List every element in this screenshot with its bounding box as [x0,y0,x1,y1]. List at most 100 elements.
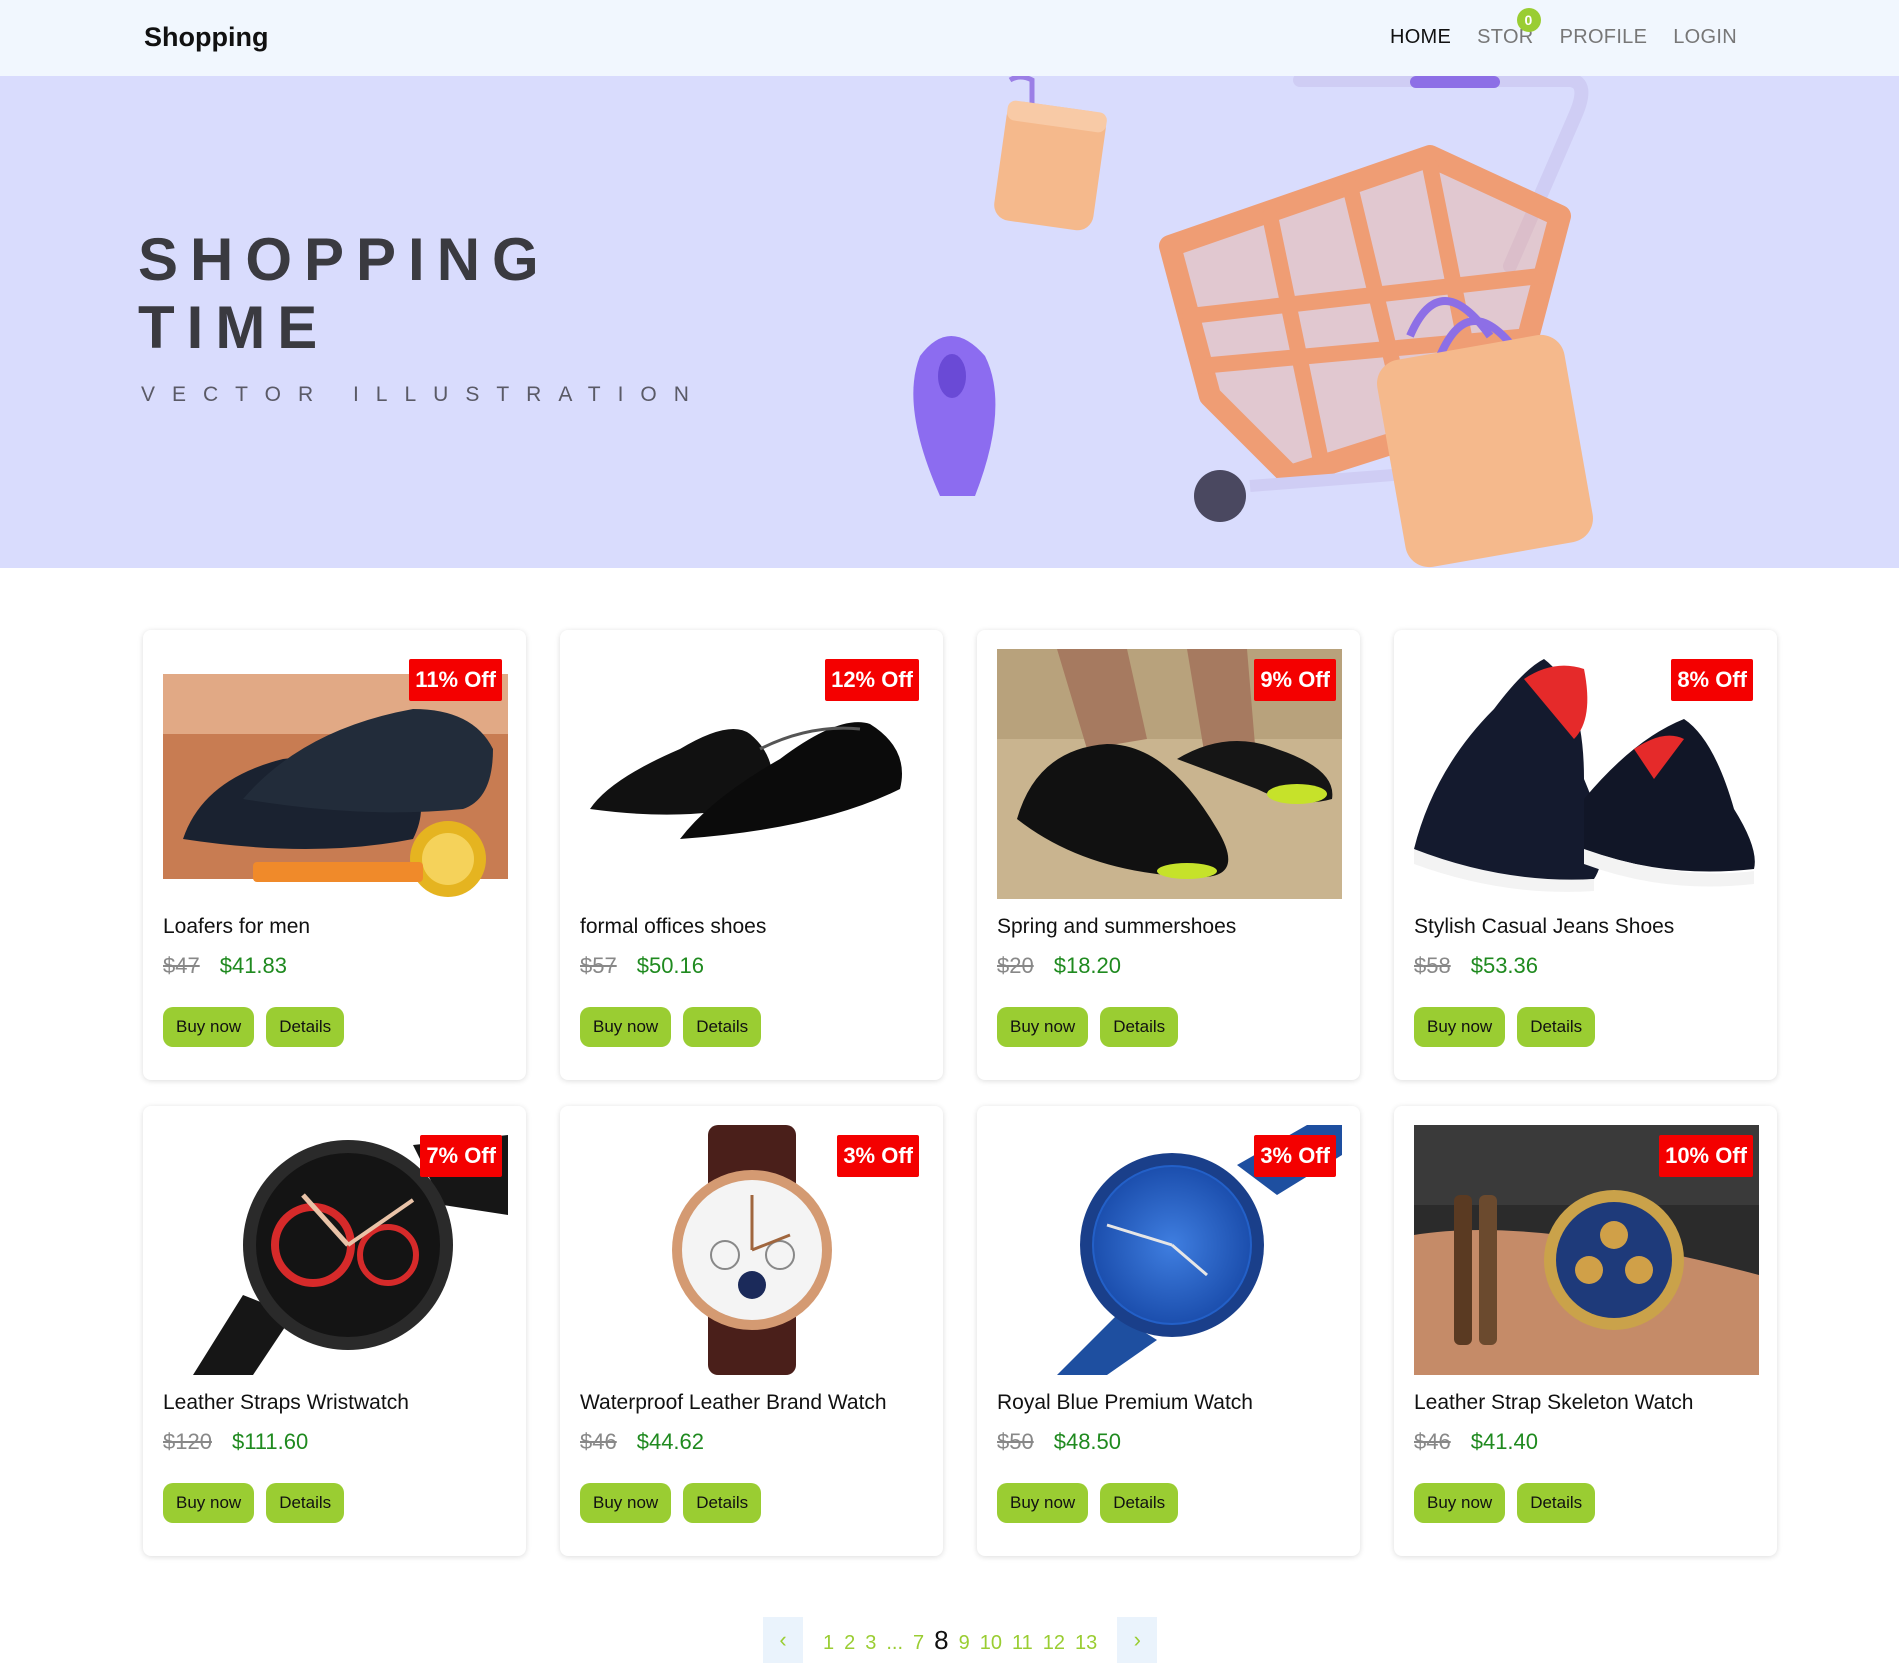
sale-price: $53.36 [1470,953,1539,978]
brand-logo[interactable]: Shopping [144,22,268,53]
nav-home[interactable]: HOME [1390,26,1451,49]
product-title: Spring and summershoes [997,915,1237,938]
product-prices: $58 $53.36 [1414,953,1757,979]
product-actions: Buy now Details [580,1007,923,1047]
details-button[interactable]: Details [266,1007,345,1047]
cart-count-badge: 0 [1516,8,1541,32]
product-title: Loafers for men [163,915,311,938]
page-current: 8 [934,1624,949,1655]
pagination: ‹ 1 2 3 ... 7 8 9 10 11 12 13 › [763,1617,1158,1663]
product-image-loafers[interactable]: 11% Off [163,649,508,899]
next-page-button[interactable]: › [1117,1617,1158,1663]
product-actions: Buy now Details [580,1483,923,1523]
product-prices: $46 $44.62 [580,1429,923,1455]
buy-now-button[interactable]: Buy now [997,1483,1089,1523]
sale-price: $41.83 [219,953,288,978]
product-grid: 11% Off Loafers for men $47 $41.83 Buy n… [143,630,1777,1556]
details-button[interactable]: Details [683,1007,762,1047]
product-prices: $120 $111.60 [163,1429,506,1455]
product-title: Royal Blue Premium Watch [997,1391,1253,1414]
original-price: $120 [163,1429,212,1454]
details-button[interactable]: Details [1517,1483,1596,1523]
product-actions: Buy now Details [1414,1483,1757,1523]
product-card: 10% Off Leather Strap Skeleton Watch $46… [1394,1106,1777,1556]
nav-store[interactable]: STOR 0 [1477,8,1541,49]
discount-badge: 3% Off [1254,1135,1336,1177]
shopping-bag-small-icon [994,76,1107,231]
product-title: Leather Strap Skeleton Watch [1414,1391,1694,1414]
page-link-2[interactable]: 2 [844,1632,855,1655]
product-image-casual-shoes[interactable]: 8% Off [1414,649,1759,899]
product-card: 8% Off Stylish Casual Jeans Shoes $58 $5… [1394,630,1777,1080]
page-link-9[interactable]: 9 [959,1632,970,1655]
page-link-13[interactable]: 13 [1075,1632,1097,1655]
details-button[interactable]: Details [1517,1007,1596,1047]
page-ellipsis: ... [886,1631,904,1654]
hero-subtitle: VECTOR ILLUSTRATION [141,383,706,406]
original-price: $58 [1414,953,1451,978]
details-button[interactable]: Details [1100,1007,1179,1047]
product-image-summer-shoes[interactable]: 9% Off [997,649,1342,899]
location-pin-icon [913,336,996,496]
product-card: 9% Off Spring and summershoes $20 $18.20… [977,630,1360,1080]
page-link-7[interactable]: 7 [913,1632,924,1655]
product-prices: $46 $41.40 [1414,1429,1757,1455]
product-image-skeleton-watch[interactable]: 10% Off [1414,1125,1759,1375]
nav-profile[interactable]: PROFILE [1560,26,1648,49]
product-actions: Buy now Details [1414,1007,1757,1047]
page-link-11[interactable]: 11 [1012,1632,1033,1655]
shopping-cart-illustration [913,76,1593,568]
product-image-skmei-watch[interactable]: 3% Off [580,1125,925,1375]
page-link-10[interactable]: 10 [980,1632,1002,1655]
product-title: Waterproof Leather Brand Watch [580,1391,887,1414]
page-link-1[interactable]: 1 [823,1632,834,1655]
buy-now-button[interactable]: Buy now [580,1007,672,1047]
product-title: formal offices shoes [580,915,767,938]
discount-badge: 8% Off [1671,659,1753,701]
original-price: $50 [997,1429,1034,1454]
details-button[interactable]: Details [266,1483,345,1523]
original-price: $46 [580,1429,617,1454]
page-link-3[interactable]: 3 [865,1632,876,1655]
cart-wheel-left [1194,470,1246,522]
product-card: 12% Off formal offices shoes $57 $50.16 … [560,630,943,1080]
details-button[interactable]: Details [683,1483,762,1523]
product-title: Stylish Casual Jeans Shoes [1414,915,1675,938]
product-prices: $57 $50.16 [580,953,923,979]
product-title: Leather Straps Wristwatch [163,1391,409,1414]
buy-now-button[interactable]: Buy now [163,1483,255,1523]
nav-links: HOME STOR 0 PROFILE LOGIN [1390,8,1737,49]
buy-now-button[interactable]: Buy now [1414,1483,1506,1523]
original-price: $57 [580,953,617,978]
sale-price: $111.60 [231,1429,309,1454]
sale-price: $41.40 [1470,1429,1539,1454]
buy-now-button[interactable]: Buy now [1414,1007,1506,1047]
product-image-biden-watch[interactable]: 3% Off [997,1125,1342,1375]
sale-price: $48.50 [1053,1429,1122,1454]
discount-badge: 3% Off [837,1135,919,1177]
details-button[interactable]: Details [1100,1483,1179,1523]
prev-page-button[interactable]: ‹ [763,1617,803,1663]
original-price: $20 [997,953,1034,978]
nav-login[interactable]: LOGIN [1673,26,1737,49]
buy-now-button[interactable]: Buy now [997,1007,1089,1047]
page-link-12[interactable]: 12 [1043,1632,1065,1655]
product-actions: Buy now Details [163,1483,506,1523]
sale-price: $44.62 [636,1429,705,1454]
original-price: $47 [163,953,200,978]
page-numbers: 1 2 3 ... 7 8 9 10 11 12 13 [803,1625,1117,1656]
buy-now-button[interactable]: Buy now [580,1483,672,1523]
product-card: 3% Off Waterproof Leather Brand Watch $4… [560,1106,943,1556]
discount-badge: 10% Off [1659,1135,1753,1177]
discount-badge: 12% Off [825,659,919,701]
navbar: Shopping HOME STOR 0 PROFILE LOGIN [0,0,1899,76]
product-image-naviforce-watch[interactable]: 7% Off [163,1125,508,1375]
hero-title: SHOPPING TIME [138,226,551,361]
product-actions: Buy now Details [163,1007,506,1047]
product-actions: Buy now Details [997,1007,1340,1047]
discount-badge: 11% Off [409,659,502,701]
discount-badge: 9% Off [1254,659,1336,701]
buy-now-button[interactable]: Buy now [163,1007,255,1047]
product-prices: $20 $18.20 [997,953,1340,979]
product-image-formal-shoes[interactable]: 12% Off [580,649,925,899]
